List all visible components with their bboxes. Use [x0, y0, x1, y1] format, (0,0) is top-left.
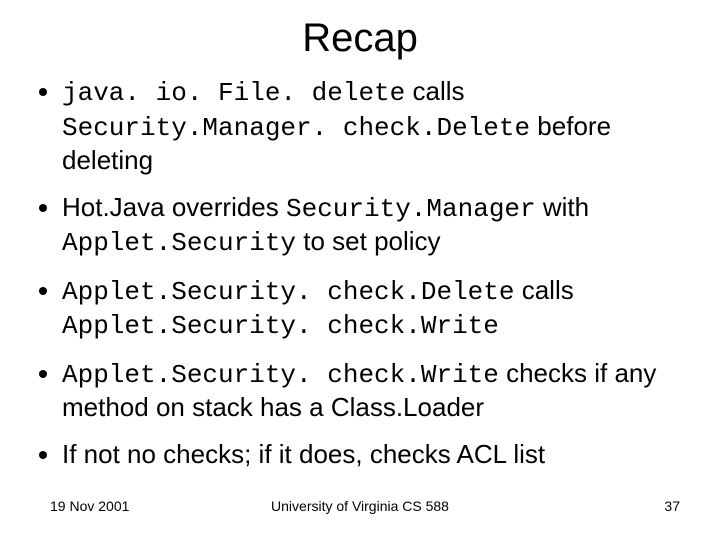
footer-page: 37 [664, 498, 680, 514]
slide-title: Recap [30, 16, 690, 61]
text: Hot.Java overrides [62, 192, 286, 222]
bullet-3: Applet.Security. check.Delete calls Appl… [62, 274, 690, 343]
footer: 19 Nov 2001 University of Virginia CS 58… [0, 498, 720, 514]
text: If not no checks; if it does, checks ACL… [62, 439, 545, 469]
bullet-list: java. io. File. delete calls Security.Ma… [40, 75, 690, 470]
bullet-4: Applet.Security. check.Write checks if a… [62, 357, 690, 424]
code: Security.Manager. check.Delete [62, 113, 530, 143]
code: Applet.Security [62, 228, 296, 258]
code: Applet.Security. check.Write [62, 311, 499, 341]
footer-date: 19 Nov 2001 [50, 498, 129, 514]
text: calls [514, 275, 573, 305]
text: calls [405, 76, 464, 106]
bullet-1: java. io. File. delete calls Security.Ma… [62, 75, 690, 177]
code: Applet.Security. check.Delete [62, 277, 514, 307]
bullet-2: Hot.Java overrides Security.Manager with… [62, 191, 690, 260]
slide: Recap java. io. File. delete calls Secur… [0, 0, 720, 540]
bullet-5: If not no checks; if it does, checks ACL… [62, 438, 690, 471]
text: with [536, 192, 589, 222]
code: Security.Manager [286, 194, 536, 224]
text: to set policy [296, 226, 441, 256]
code: Applet.Security. check.Write [62, 360, 499, 390]
code: java. io. File. delete [62, 78, 405, 108]
